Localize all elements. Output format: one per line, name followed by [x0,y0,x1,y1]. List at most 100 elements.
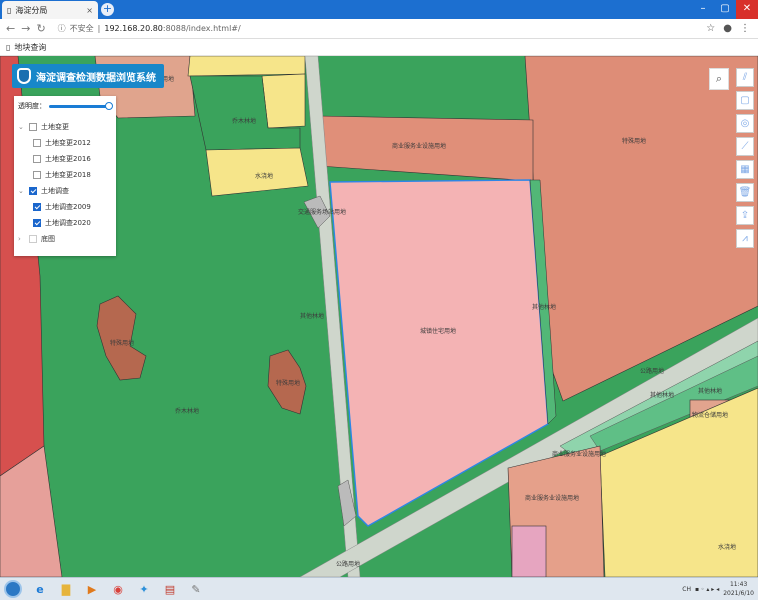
new-tab-button[interactable]: + [101,3,114,16]
info-icon[interactable]: ⓘ [58,23,66,34]
folder-icon[interactable]: ▇ [54,579,78,599]
address-bar: ← → ↻ ⓘ 不安全 | 192.168.20.80:8088/index.h… [0,19,758,39]
map-label: 水浇地 [718,544,737,551]
export-icon[interactable]: ⇪ [736,206,754,225]
forward-icon[interactable]: → [21,22,30,35]
clock[interactable]: 11:43 2021/6/10 [723,580,754,598]
layer-panel: 透明度： ⌄ 土地变更 土地变更2012 土地变更2016 土地变更2018 ⌄… [14,96,116,256]
url-field[interactable]: ⓘ 不安全 | 192.168.20.80:8088/index.html#/ [58,23,241,34]
app-title-banner: 海淀调查检测数据浏览系统 [12,64,164,88]
square-icon[interactable]: ▢ [736,91,754,110]
map-label: 物流仓储用地 [692,412,729,419]
locate-icon[interactable]: ◎ [736,114,754,133]
chevron-right-icon[interactable]: › [18,235,25,243]
map-label: 商业服务业设施用地 [392,143,447,150]
map-label: 公路用地 [336,561,361,568]
map-label: 其他林地 [650,392,675,399]
map-label: 公路用地 [640,368,665,375]
tab-title: 海淀分局 [15,5,48,15]
search-icon[interactable]: ⌕ [709,68,729,90]
map-label: 乔木林地 [232,118,257,125]
app-icon[interactable]: ✦ [132,579,156,599]
map-label: 特殊用地 [622,138,647,145]
layer-group-survey[interactable]: ⌄ 土地调查 [18,183,112,199]
opacity-slider-knob[interactable] [105,101,113,110]
layer-label: 土地调查2020 [45,219,91,227]
page-icon: ▯ [7,5,12,15]
parcel-yellow-right [261,73,306,129]
input-method[interactable]: CH [682,586,691,593]
layer-checkbox[interactable] [29,235,37,243]
bookmarks-bar: ▯ 地块查询 [0,39,758,56]
star-icon[interactable]: ☆ [706,23,715,34]
shield-logo-icon [17,68,31,84]
map-view[interactable]: 商业服务业设施用地 乔木林地 水浇地 商业服务业设施用地 特殊用地 城镇住宅用地… [0,56,758,577]
delete-icon[interactable]: 🗑 [736,183,754,202]
layer-item[interactable]: 土地调查2009 [18,199,112,215]
layer-label: 底图 [41,235,55,243]
layer-label: 土地变更 [41,123,69,131]
menu-icon[interactable]: ⋮ [740,23,750,34]
statistics-icon[interactable]: ⩘ [736,229,754,248]
clock-time: 11:43 [729,581,748,588]
security-label: 不安全 [69,24,94,33]
area-measure-icon[interactable]: ▦ [736,160,754,179]
map-label: 乔木林地 [175,408,200,415]
opacity-slider[interactable] [49,101,113,110]
maximize-icon[interactable]: ▢ [714,0,736,19]
layer-group-change[interactable]: ⌄ 土地变更 [18,119,112,135]
layer-item[interactable]: 土地变更2012 [18,135,112,151]
ie-icon[interactable]: e [28,579,52,599]
map-label: 商业服务业设施用地 [552,451,607,458]
map-label: 其他林地 [698,388,723,395]
layer-checkbox[interactable] [33,171,41,179]
reload-icon[interactable]: ↻ [36,22,45,35]
chevron-down-icon[interactable]: ⌄ [18,123,25,131]
document-app-icon[interactable]: ▤ [158,579,182,599]
layer-checkbox[interactable] [29,123,37,131]
map-label: 交通服务场站用地 [298,209,347,216]
taskbar: e ▇ ▶ ◉ ✦ ▤ ✎ CH ▪ ◦ ▴ ▸ ◂ 11:43 2021/6/… [0,577,758,600]
system-tray: CH ▪ ◦ ▴ ▸ ◂ 11:43 2021/6/10 [682,580,758,598]
layer-checkbox[interactable] [33,139,41,147]
map-label: 水浇地 [255,173,274,180]
layer-group-basemap[interactable]: › 底图 [18,231,112,247]
layer-checkbox[interactable] [33,155,41,163]
parcel-yellow-top [187,56,306,77]
back-icon[interactable]: ← [6,22,15,35]
chrome-icon[interactable]: ◉ [106,579,130,599]
layer-item[interactable]: 土地变更2016 [18,151,112,167]
account-icon[interactable]: ● [723,23,732,34]
chevron-down-icon[interactable]: ⌄ [18,187,25,195]
map-label: 特殊用地 [276,380,301,387]
layer-label: 土地变更2018 [45,171,91,179]
layer-item[interactable]: 土地调查2020 [18,215,112,231]
layer-checkbox[interactable] [33,203,41,211]
map-label: 城镇住宅用地 [420,328,457,335]
bookmark-link[interactable]: 地块查询 [14,42,46,53]
layer-item[interactable]: 土地变更2018 [18,167,112,183]
minimize-icon[interactable]: – [692,0,714,19]
layer-label: 土地调查2009 [45,203,91,211]
layer-checkbox[interactable] [29,187,37,195]
tool-app-icon[interactable]: ✎ [184,579,208,599]
clock-date: 2021/6/10 [723,590,754,597]
map-label: 其他林地 [300,313,325,320]
tab-close-icon[interactable]: × [86,6,93,15]
parcel-pink-bottom [511,525,547,577]
layer-label: 土地变更2016 [45,155,91,163]
start-button[interactable] [4,580,22,598]
url-path: :8088/index.html#/ [162,24,241,33]
app-title: 海淀调查检测数据浏览系统 [36,72,156,84]
layer-checkbox[interactable] [33,219,41,227]
layer-label: 土地变更2012 [45,139,91,147]
media-icon[interactable]: ▶ [80,579,104,599]
ruler-icon[interactable]: ⟋ [736,137,754,156]
layer-label: 土地调查 [41,187,69,195]
map-label: 商业服务业设施用地 [525,495,580,502]
browser-tab[interactable]: ▯ 海淀分局 × [2,1,98,19]
tray-icons[interactable]: ▪ ◦ ▴ ▸ ◂ [695,586,719,593]
close-window-icon[interactable]: ✕ [736,0,758,19]
chart-icon[interactable]: ⫽ [736,68,754,87]
opacity-control: 透明度： [18,101,113,111]
